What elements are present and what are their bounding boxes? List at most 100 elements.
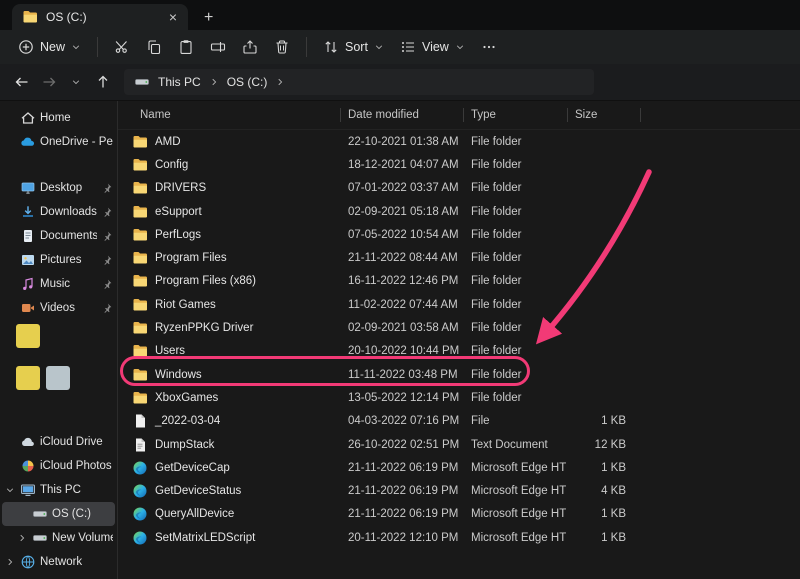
chevron-slot xyxy=(16,508,28,520)
rename-button[interactable] xyxy=(202,34,234,60)
sidebar-item-documents[interactable]: Documents xyxy=(2,224,115,248)
file-date-modified: 18-12-2021 04:07 AM xyxy=(340,159,463,171)
sidebar-item-onedrive-personal[interactable]: OneDrive - Personal xyxy=(2,130,115,154)
pin-icon xyxy=(101,278,113,290)
sidebar-item-home[interactable]: Home xyxy=(2,106,115,130)
file-row[interactable]: RyzenPPKG Driver02-09-2021 03:58 AMFile … xyxy=(118,316,800,339)
file-size: 4 KB xyxy=(567,485,640,497)
chevron-right-icon[interactable] xyxy=(275,77,285,87)
file-row[interactable]: GetDeviceCap21-11-2022 06:19 PMMicrosoft… xyxy=(118,456,800,479)
folder-icon xyxy=(132,250,148,266)
file-row[interactable]: DumpStack26-10-2022 02:51 PMText Documen… xyxy=(118,433,800,456)
sidebar-item-icloud-photos[interactable]: iCloud Photos xyxy=(2,454,115,478)
file-name: AMD xyxy=(155,136,181,148)
file-row[interactable]: Users20-10-2022 10:44 PMFile folder xyxy=(118,340,800,363)
chevron-right-icon[interactable] xyxy=(16,532,28,544)
column-divider[interactable] xyxy=(463,108,464,122)
folder-thumbnail[interactable] xyxy=(46,366,70,390)
chevron-down-icon[interactable] xyxy=(4,484,16,496)
breadcrumb-item[interactable]: This PC xyxy=(154,73,205,91)
sidebar-item-pictures[interactable]: Pictures xyxy=(2,248,115,272)
file-name: Config xyxy=(155,159,188,171)
file-date-modified: 20-11-2022 12:10 PM xyxy=(340,532,463,544)
sidebar-item-videos[interactable]: Videos xyxy=(2,296,115,320)
sort-button[interactable]: Sort xyxy=(315,34,392,60)
sidebar-item-new-volume-d[interactable]: New Volume (D:) xyxy=(2,526,115,550)
column-divider[interactable] xyxy=(340,108,341,122)
file-type: File folder xyxy=(463,322,567,334)
back-arrow-icon xyxy=(14,74,30,90)
file-date-modified: 11-11-2022 03:48 PM xyxy=(340,369,463,381)
recent-locations-button[interactable] xyxy=(62,69,89,95)
file-list-pane: Name Date modified Type Size AMD22-10-20… xyxy=(118,101,800,579)
new-tab-button[interactable]: + xyxy=(198,10,219,26)
file-name: GetDeviceStatus xyxy=(155,485,241,497)
file-row[interactable]: DRIVERS07-01-2022 03:37 AMFile folder xyxy=(118,177,800,200)
file-row[interactable]: XboxGames13-05-2022 12:14 PMFile folder xyxy=(118,386,800,409)
sidebar-item-music[interactable]: Music xyxy=(2,272,115,296)
column-header-name[interactable]: Name xyxy=(118,109,340,121)
breadcrumb-item[interactable]: OS (C:) xyxy=(223,73,272,91)
folder-thumbnail[interactable] xyxy=(16,366,40,390)
file-type: File folder xyxy=(463,159,567,171)
titlebar: OS (C:) × + xyxy=(0,0,800,30)
toolbar-divider xyxy=(97,37,98,57)
file-row[interactable]: Program Files (x86)16-11-2022 12:46 PMFi… xyxy=(118,270,800,293)
copy-button[interactable] xyxy=(138,34,170,60)
file-row[interactable]: Riot Games11-02-2022 07:44 AMFile folder xyxy=(118,293,800,316)
file-row[interactable]: Config 18-12-2021 04:07 AMFile folder xyxy=(118,153,800,176)
file-name: Program Files (x86) xyxy=(155,275,256,287)
chevron-right-icon[interactable] xyxy=(209,77,219,87)
column-header-size[interactable]: Size xyxy=(567,109,640,121)
column-divider[interactable] xyxy=(567,108,568,122)
cut-button[interactable] xyxy=(106,34,138,60)
delete-button[interactable] xyxy=(266,34,298,60)
paste-button[interactable] xyxy=(170,34,202,60)
chevron-slot xyxy=(4,460,16,472)
column-header-date-modified[interactable]: Date modified xyxy=(340,109,463,121)
file-row[interactable]: AMD22-10-2021 01:38 AMFile folder xyxy=(118,130,800,153)
file-row[interactable]: Windows11-11-2022 03:48 PMFile folder xyxy=(118,363,800,386)
view-button[interactable]: View xyxy=(392,34,473,60)
new-button[interactable]: New xyxy=(10,34,89,60)
up-button[interactable] xyxy=(89,69,116,95)
file-row[interactable]: GetDeviceStatus21-11-2022 06:19 PMMicros… xyxy=(118,479,800,502)
file-name-cell: Riot Games xyxy=(118,297,340,313)
file-row[interactable]: _2022-03-0404-03-2022 07:16 PMFile1 KB xyxy=(118,410,800,433)
back-button[interactable] xyxy=(8,69,35,95)
file-name-cell: AMD xyxy=(118,134,340,150)
more-options-button[interactable] xyxy=(473,34,505,60)
sidebar-item-desktop[interactable]: Desktop xyxy=(2,176,115,200)
pin-icon xyxy=(101,254,113,266)
column-divider[interactable] xyxy=(640,108,641,122)
file-row[interactable]: QueryAllDevice21-11-2022 06:19 PMMicroso… xyxy=(118,503,800,526)
file-row[interactable]: PerfLogs07-05-2022 10:54 AMFile folder xyxy=(118,223,800,246)
folder-thumbnail[interactable] xyxy=(16,324,40,348)
file-row[interactable]: SetMatrixLEDScript20-11-2022 12:10 PMMic… xyxy=(118,526,800,549)
file-name: GetDeviceCap xyxy=(155,462,230,474)
chevron-right-icon[interactable] xyxy=(4,556,16,568)
sidebar-item-label: Desktop xyxy=(40,182,82,194)
file-explorer-window: { "annotation": { "color": "#f23a76" }, … xyxy=(0,0,800,579)
file-row[interactable]: eSupport02-09-2021 05:18 AMFile folder xyxy=(118,200,800,223)
file-name: DRIVERS xyxy=(155,182,206,194)
sidebar-item-icloud-drive[interactable]: iCloud Drive xyxy=(2,430,115,454)
sidebar-item-downloads[interactable]: Downloads xyxy=(2,200,115,224)
forward-button[interactable] xyxy=(35,69,62,95)
chevron-slot xyxy=(4,230,16,242)
column-header-type[interactable]: Type xyxy=(463,109,567,121)
sidebar-item-os-c[interactable]: OS (C:) xyxy=(2,502,115,526)
icloud-icon xyxy=(20,434,36,450)
sidebar-item-label: Home xyxy=(40,112,71,124)
sidebar-item-this-pc[interactable]: This PC xyxy=(2,478,115,502)
folder-icon xyxy=(132,157,148,173)
share-button[interactable] xyxy=(234,34,266,60)
sidebar-item-network[interactable]: Network xyxy=(2,550,115,574)
tab-close-button[interactable]: × xyxy=(164,9,182,25)
file-row[interactable]: Program Files21-11-2022 08:44 AMFile fol… xyxy=(118,246,800,269)
desktop-icon xyxy=(20,180,36,196)
folder-icon xyxy=(132,297,148,313)
breadcrumb[interactable]: This PC OS (C:) xyxy=(124,69,594,95)
file-date-modified: 21-11-2022 06:19 PM xyxy=(340,485,463,497)
explorer-tab[interactable]: OS (C:) × xyxy=(12,4,188,30)
